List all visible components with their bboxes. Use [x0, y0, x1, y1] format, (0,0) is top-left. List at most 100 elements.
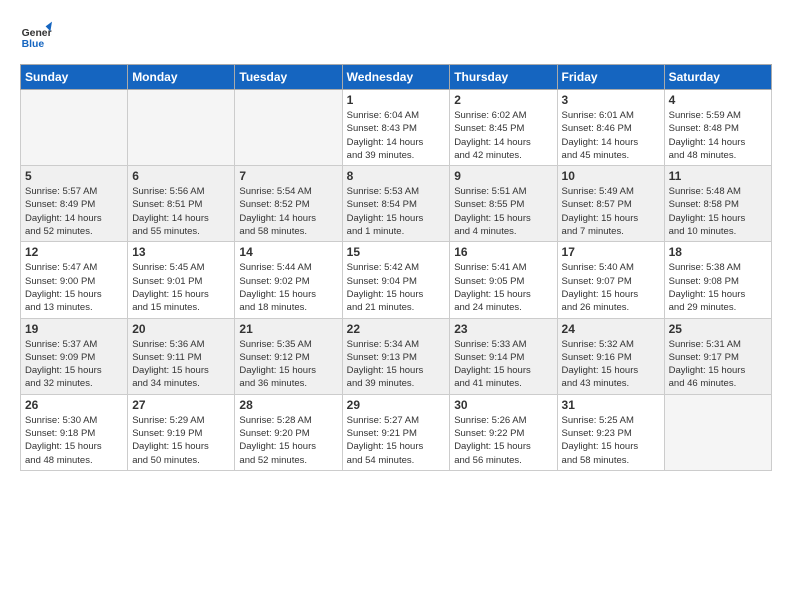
calendar-cell: 25 Sunrise: 5:31 AM Sunset: 9:17 PM Dayli… — [664, 318, 771, 394]
day-number: 3 — [562, 93, 660, 107]
day-info: Sunrise: 6:04 AM Sunset: 8:43 PM Dayligh… — [347, 109, 446, 162]
day-info: Sunrise: 6:02 AM Sunset: 8:45 PM Dayligh… — [454, 109, 552, 162]
day-number: 23 — [454, 322, 552, 336]
calendar-cell: 17 Sunrise: 5:40 AM Sunset: 9:07 PM Dayli… — [557, 242, 664, 318]
day-info: Sunrise: 5:28 AM Sunset: 9:20 PM Dayligh… — [239, 414, 337, 467]
calendar-week-row: 12Sunrise: 5:47 AM Sunset: 9:00 PM Dayli… — [21, 242, 772, 318]
day-number: 25 — [669, 322, 767, 336]
calendar-cell — [664, 394, 771, 470]
calendar-cell: 9Sunrise: 5:51 AM Sunset: 8:55 PM Daylig… — [450, 166, 557, 242]
calendar-cell: 14 Sunrise: 5:44 AM Sunset: 9:02 PM Dayli… — [235, 242, 342, 318]
day-number: 31 — [562, 398, 660, 412]
calendar-cell: 29Sunrise: 5:27 AM Sunset: 9:21 PM Dayli… — [342, 394, 450, 470]
day-number: 14 — [239, 245, 337, 259]
calendar-cell: 15 Sunrise: 5:42 AM Sunset: 9:04 PM Dayli… — [342, 242, 450, 318]
calendar-cell: 4 Sunrise: 5:59 AM Sunset: 8:48 PM Daylig… — [664, 90, 771, 166]
day-info: Sunrise: 5:35 AM Sunset: 9:12 PM Dayligh… — [239, 338, 337, 391]
calendar-cell: 24 Sunrise: 5:32 AM Sunset: 9:16 PM Dayli… — [557, 318, 664, 394]
day-info: Sunrise: 5:38 AM Sunset: 9:08 PM Dayligh… — [669, 261, 767, 314]
svg-text:General: General — [22, 28, 52, 39]
day-info: Sunrise: 5:33 AM Sunset: 9:14 PM Dayligh… — [454, 338, 552, 391]
day-info: Sunrise: 5:25 AM Sunset: 9:23 PM Dayligh… — [562, 414, 660, 467]
weekday-header-tuesday: Tuesday — [235, 65, 342, 90]
day-info: Sunrise: 5:56 AM Sunset: 8:51 PM Dayligh… — [132, 185, 230, 238]
calendar-cell — [21, 90, 128, 166]
calendar-cell: 20 Sunrise: 5:36 AM Sunset: 9:11 PM Dayli… — [128, 318, 235, 394]
calendar-cell: 21 Sunrise: 5:35 AM Sunset: 9:12 PM Dayli… — [235, 318, 342, 394]
calendar-cell: 23 Sunrise: 5:33 AM Sunset: 9:14 PM Dayli… — [450, 318, 557, 394]
calendar-cell: 31 Sunrise: 5:25 AM Sunset: 9:23 PM Dayli… — [557, 394, 664, 470]
day-info: Sunrise: 5:26 AM Sunset: 9:22 PM Dayligh… — [454, 414, 552, 467]
day-number: 17 — [562, 245, 660, 259]
day-number: 2 — [454, 93, 552, 107]
day-info: Sunrise: 5:42 AM Sunset: 9:04 PM Dayligh… — [347, 261, 446, 314]
day-number: 29 — [347, 398, 446, 412]
calendar-cell: 16 Sunrise: 5:41 AM Sunset: 9:05 PM Dayli… — [450, 242, 557, 318]
day-info: Sunrise: 5:54 AM Sunset: 8:52 PM Dayligh… — [239, 185, 337, 238]
logo: General Blue — [20, 20, 56, 52]
calendar-cell: 27 Sunrise: 5:29 AM Sunset: 9:19 PM Dayli… — [128, 394, 235, 470]
calendar-cell: 2 Sunrise: 6:02 AM Sunset: 8:45 PM Daylig… — [450, 90, 557, 166]
day-number: 5 — [25, 169, 123, 183]
calendar-week-row: 26Sunrise: 5:30 AM Sunset: 9:18 PM Dayli… — [21, 394, 772, 470]
day-info: Sunrise: 5:48 AM Sunset: 8:58 PM Dayligh… — [669, 185, 767, 238]
day-number: 26 — [25, 398, 123, 412]
weekday-header-row: SundayMondayTuesdayWednesdayThursdayFrid… — [21, 65, 772, 90]
calendar-cell: 5Sunrise: 5:57 AM Sunset: 8:49 PM Daylig… — [21, 166, 128, 242]
calendar-cell: 6Sunrise: 5:56 AM Sunset: 8:51 PM Daylig… — [128, 166, 235, 242]
day-number: 30 — [454, 398, 552, 412]
calendar-cell: 8 Sunrise: 5:53 AM Sunset: 8:54 PM Daylig… — [342, 166, 450, 242]
day-number: 27 — [132, 398, 230, 412]
logo-icon: General Blue — [20, 20, 52, 52]
calendar-cell: 10 Sunrise: 5:49 AM Sunset: 8:57 PM Dayli… — [557, 166, 664, 242]
day-info: Sunrise: 5:59 AM Sunset: 8:48 PM Dayligh… — [669, 109, 767, 162]
calendar-cell: 18 Sunrise: 5:38 AM Sunset: 9:08 PM Dayli… — [664, 242, 771, 318]
day-info: Sunrise: 5:40 AM Sunset: 9:07 PM Dayligh… — [562, 261, 660, 314]
day-number: 20 — [132, 322, 230, 336]
day-info: Sunrise: 5:37 AM Sunset: 9:09 PM Dayligh… — [25, 338, 123, 391]
day-info: Sunrise: 5:49 AM Sunset: 8:57 PM Dayligh… — [562, 185, 660, 238]
calendar-cell: 30 Sunrise: 5:26 AM Sunset: 9:22 PM Dayli… — [450, 394, 557, 470]
day-info: Sunrise: 6:01 AM Sunset: 8:46 PM Dayligh… — [562, 109, 660, 162]
day-number: 13 — [132, 245, 230, 259]
calendar-cell: 11Sunrise: 5:48 AM Sunset: 8:58 PM Dayli… — [664, 166, 771, 242]
calendar-cell — [128, 90, 235, 166]
weekday-header-wednesday: Wednesday — [342, 65, 450, 90]
day-info: Sunrise: 5:47 AM Sunset: 9:00 PM Dayligh… — [25, 261, 123, 314]
calendar-cell: 13 Sunrise: 5:45 AM Sunset: 9:01 PM Dayli… — [128, 242, 235, 318]
svg-text:Blue: Blue — [22, 39, 45, 50]
day-number: 8 — [347, 169, 446, 183]
day-number: 19 — [25, 322, 123, 336]
day-info: Sunrise: 5:31 AM Sunset: 9:17 PM Dayligh… — [669, 338, 767, 391]
calendar-cell: 22Sunrise: 5:34 AM Sunset: 9:13 PM Dayli… — [342, 318, 450, 394]
calendar-cell: 3 Sunrise: 6:01 AM Sunset: 8:46 PM Daylig… — [557, 90, 664, 166]
day-number: 21 — [239, 322, 337, 336]
calendar-cell: 19 Sunrise: 5:37 AM Sunset: 9:09 PM Dayli… — [21, 318, 128, 394]
calendar-cell: 28Sunrise: 5:28 AM Sunset: 9:20 PM Dayli… — [235, 394, 342, 470]
calendar-week-row: 1 Sunrise: 6:04 AM Sunset: 8:43 PM Daylig… — [21, 90, 772, 166]
day-info: Sunrise: 5:29 AM Sunset: 9:19 PM Dayligh… — [132, 414, 230, 467]
calendar-cell: 7 Sunrise: 5:54 AM Sunset: 8:52 PM Daylig… — [235, 166, 342, 242]
day-number: 18 — [669, 245, 767, 259]
day-number: 15 — [347, 245, 446, 259]
day-info: Sunrise: 5:45 AM Sunset: 9:01 PM Dayligh… — [132, 261, 230, 314]
weekday-header-friday: Friday — [557, 65, 664, 90]
day-number: 10 — [562, 169, 660, 183]
day-number: 4 — [669, 93, 767, 107]
day-info: Sunrise: 5:53 AM Sunset: 8:54 PM Dayligh… — [347, 185, 446, 238]
day-info: Sunrise: 5:51 AM Sunset: 8:55 PM Dayligh… — [454, 185, 552, 238]
day-number: 24 — [562, 322, 660, 336]
weekday-header-monday: Monday — [128, 65, 235, 90]
day-info: Sunrise: 5:44 AM Sunset: 9:02 PM Dayligh… — [239, 261, 337, 314]
calendar-week-row: 19 Sunrise: 5:37 AM Sunset: 9:09 PM Dayli… — [21, 318, 772, 394]
day-number: 1 — [347, 93, 446, 107]
calendar-cell: 1 Sunrise: 6:04 AM Sunset: 8:43 PM Daylig… — [342, 90, 450, 166]
day-info: Sunrise: 5:41 AM Sunset: 9:05 PM Dayligh… — [454, 261, 552, 314]
weekday-header-sunday: Sunday — [21, 65, 128, 90]
calendar-table: SundayMondayTuesdayWednesdayThursdayFrid… — [20, 64, 772, 471]
day-info: Sunrise: 5:32 AM Sunset: 9:16 PM Dayligh… — [562, 338, 660, 391]
day-number: 16 — [454, 245, 552, 259]
day-number: 7 — [239, 169, 337, 183]
day-number: 22 — [347, 322, 446, 336]
day-info: Sunrise: 5:36 AM Sunset: 9:11 PM Dayligh… — [132, 338, 230, 391]
